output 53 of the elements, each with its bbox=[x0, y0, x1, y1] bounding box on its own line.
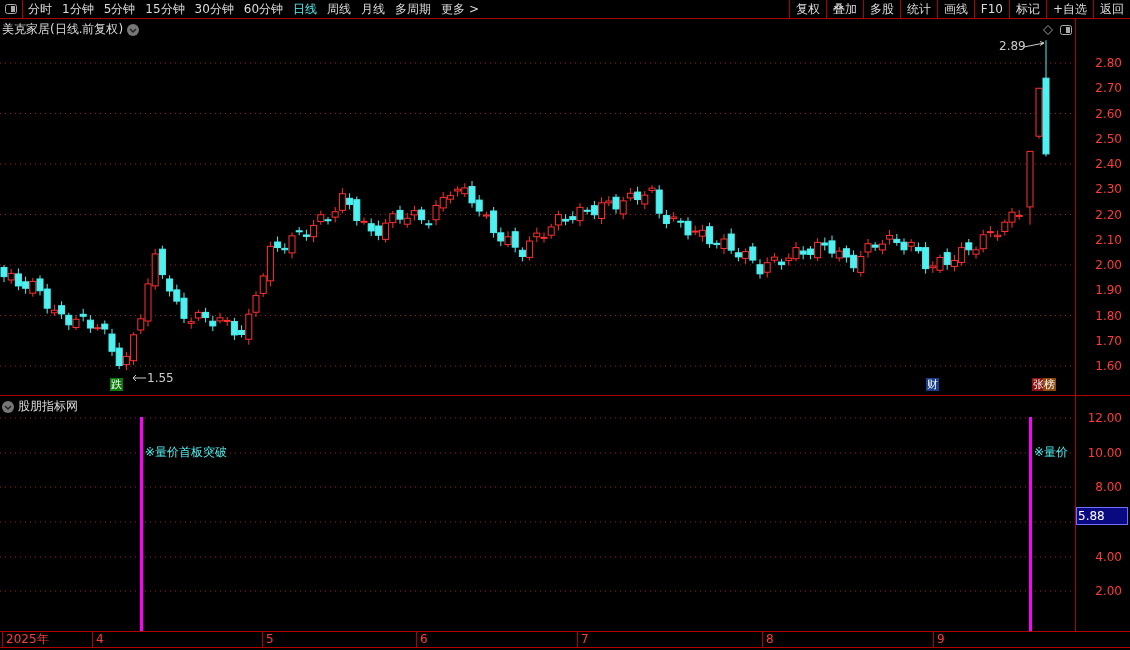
price-axis-label: 1.80 bbox=[1095, 308, 1122, 323]
indicator-axis-label: 12.00 bbox=[1087, 411, 1122, 425]
period-tab[interactable]: 30分钟 bbox=[189, 0, 239, 18]
time-axis-label: 7 bbox=[577, 632, 589, 647]
time-axis-label: 5 bbox=[262, 632, 274, 647]
high-price-label: 2.89 bbox=[999, 39, 1026, 53]
indicator-axis-label: 8.00 bbox=[1095, 480, 1122, 494]
price-axis-label: 2.30 bbox=[1095, 182, 1122, 197]
arrow-icon bbox=[132, 374, 146, 382]
price-axis-label: 2.50 bbox=[1095, 131, 1122, 146]
indicator-axis-label: 10.00 bbox=[1087, 446, 1122, 460]
diamond-icon[interactable] bbox=[1043, 25, 1053, 35]
current-value-label: 5.88 bbox=[1076, 507, 1128, 525]
indicator-axis-label: 4.00 bbox=[1095, 550, 1122, 564]
price-axis-label: 2.10 bbox=[1095, 232, 1122, 247]
event-marker[interactable]: 财 bbox=[926, 378, 939, 391]
price-axis-label: 2.80 bbox=[1095, 56, 1122, 70]
indicator-axis-label: 2.00 bbox=[1095, 584, 1122, 598]
period-tab[interactable]: 分时 bbox=[23, 0, 57, 18]
low-price-label: 1.55 bbox=[147, 371, 174, 385]
time-axis-label: 9 bbox=[933, 632, 945, 647]
period-tab[interactable]: 日线 bbox=[288, 0, 323, 18]
period-tab[interactable]: 月线 bbox=[356, 0, 391, 18]
chart-title: 美克家居(日线.前复权) bbox=[2, 21, 124, 38]
indicator-title: 股朋指标网 bbox=[18, 398, 78, 415]
price-axis-label: 2.20 bbox=[1095, 207, 1122, 222]
period-tab[interactable]: 5分钟 bbox=[98, 0, 141, 18]
period-tab[interactable]: 多周期 bbox=[390, 0, 437, 18]
period-tab[interactable]: 60分钟 bbox=[238, 0, 289, 18]
event-marker[interactable]: 跌 bbox=[110, 378, 123, 391]
event-marker[interactable]: 榜 bbox=[1043, 378, 1056, 391]
dropdown-icon[interactable] bbox=[2, 400, 14, 413]
price-axis-label: 2.00 bbox=[1095, 258, 1122, 272]
price-axis-label: 2.70 bbox=[1095, 81, 1122, 96]
panel-toggle-icon[interactable] bbox=[5, 4, 17, 14]
price-axis-label: 1.70 bbox=[1095, 333, 1122, 348]
dropdown-icon[interactable] bbox=[127, 23, 140, 36]
period-tab[interactable]: 1分钟 bbox=[57, 0, 99, 18]
price-axis-label: 1.60 bbox=[1095, 359, 1122, 373]
time-axis-label: 8 bbox=[762, 632, 774, 647]
price-axis-label: 2.60 bbox=[1095, 106, 1122, 121]
arrow-icon bbox=[1024, 41, 1046, 49]
panel-toggle-icon[interactable] bbox=[1060, 25, 1072, 35]
signal-label: ※量价首板突破 bbox=[145, 445, 228, 459]
more-tab[interactable]: 更多 > bbox=[436, 0, 484, 18]
price-axis-label: 1.90 bbox=[1095, 283, 1122, 298]
period-tab[interactable]: 周线 bbox=[322, 0, 357, 18]
time-axis-label: 2025年 bbox=[2, 632, 49, 647]
price-axis-label: 2.40 bbox=[1095, 157, 1122, 171]
time-axis-label: 4 bbox=[92, 632, 104, 647]
signal-label: ※量价 bbox=[1034, 445, 1069, 459]
period-tab[interactable]: 15分钟 bbox=[140, 0, 190, 18]
time-axis-label: 6 bbox=[416, 632, 428, 647]
